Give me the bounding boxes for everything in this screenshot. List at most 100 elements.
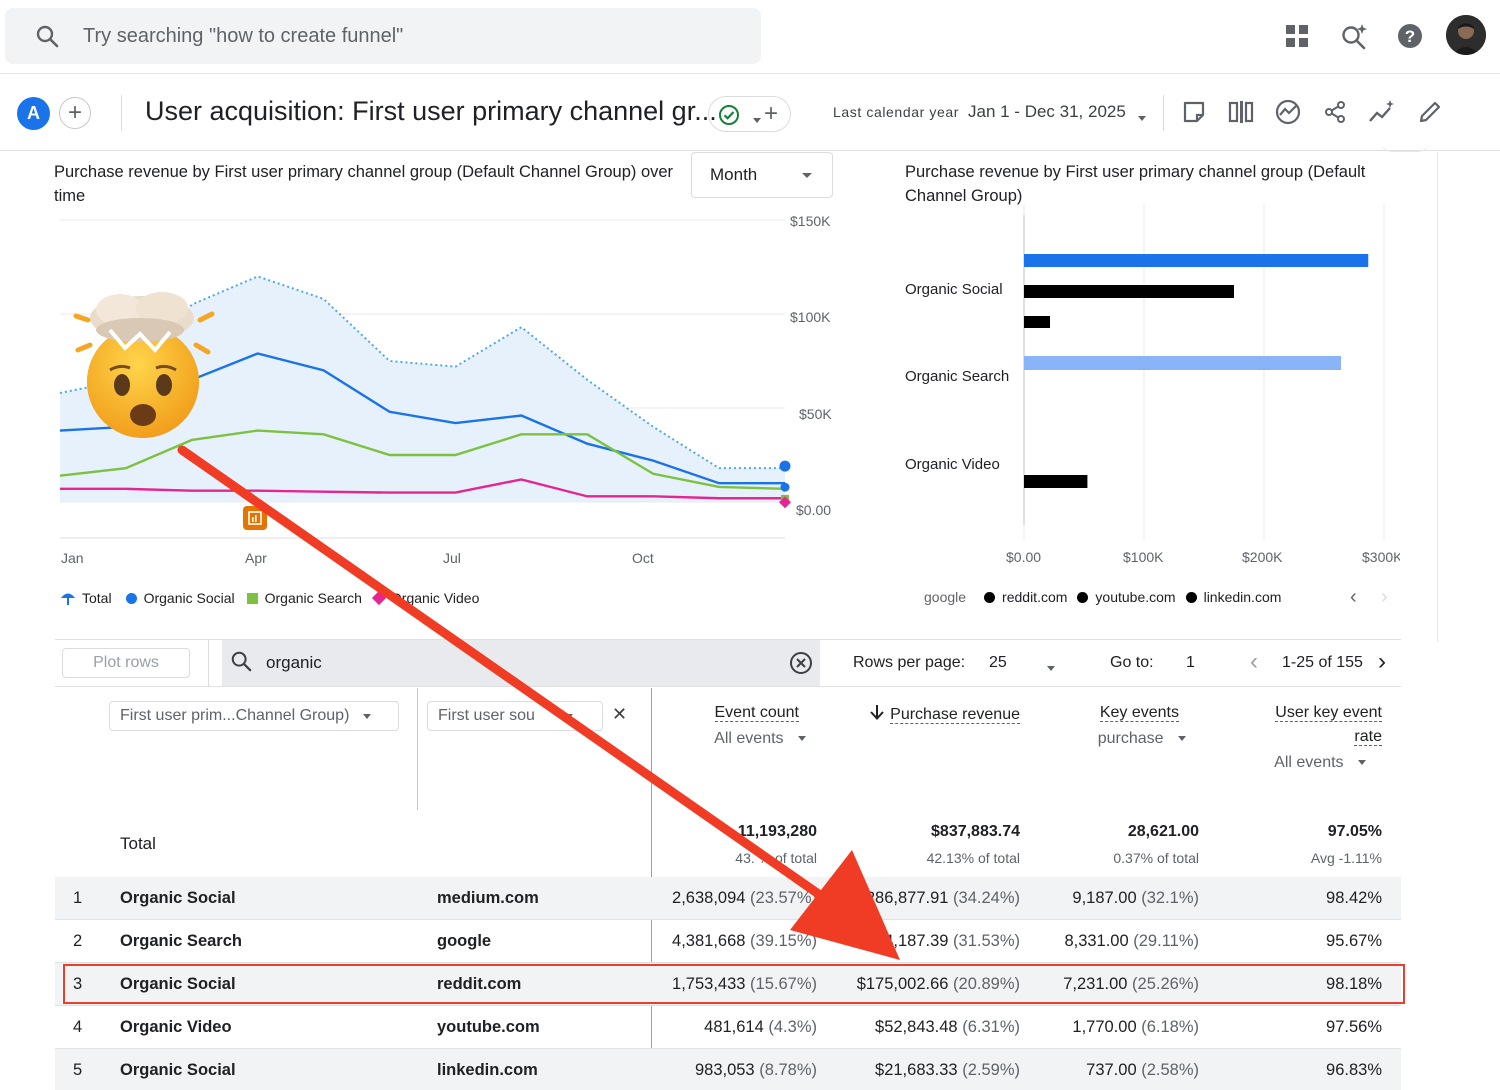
metric-filter-rate[interactable]: All events xyxy=(1220,754,1366,772)
trend-sparkle-icon[interactable] xyxy=(1366,96,1398,128)
cell-source: youtube.com xyxy=(437,1018,540,1036)
cell-share: (31.53%) xyxy=(953,932,1020,950)
cell-value: 983,053 xyxy=(694,1061,755,1079)
cell-value: $21,683.33 xyxy=(875,1061,958,1079)
bar-organic-social xyxy=(1024,316,1051,328)
apps-grid-icon[interactable] xyxy=(1281,20,1313,52)
row-index: 4 xyxy=(73,1018,83,1036)
legend-label[interactable]: google xyxy=(924,589,966,605)
row-index: 1 xyxy=(73,889,83,907)
cell-key-events: 9,187.00 (32.1%) xyxy=(1072,889,1199,908)
legend-dot xyxy=(1077,591,1089,603)
bar-organic-social xyxy=(1024,254,1369,267)
edit-pencil-icon[interactable] xyxy=(1414,96,1446,128)
cell-share: (6.18%) xyxy=(1141,1018,1199,1036)
cell-share: (6.31%) xyxy=(962,1018,1020,1036)
cell-event-count: 983,053 (8.78%) xyxy=(695,1061,817,1080)
row-index: 5 xyxy=(73,1061,83,1079)
prev-page-icon[interactable]: ‹ xyxy=(1250,648,1258,676)
chevron-down-icon[interactable] xyxy=(1047,660,1055,678)
interval-select[interactable]: Month xyxy=(691,152,833,198)
divider xyxy=(121,95,122,131)
chevron-down-icon xyxy=(802,173,812,178)
total-rate-avg: Avg -1.11% xyxy=(1310,850,1382,866)
divider xyxy=(1163,95,1164,131)
bar-organic-video xyxy=(1024,475,1088,488)
cell-share: (34.24%) xyxy=(953,889,1020,907)
cell-share: (2.59%) xyxy=(962,1061,1020,1079)
share-icon[interactable] xyxy=(1319,96,1351,128)
global-search[interactable]: Try searching "how to create funnel" xyxy=(5,8,761,64)
compare-icon[interactable] xyxy=(1225,96,1257,128)
bar-organic-search xyxy=(1024,356,1342,370)
metric-header-key-events[interactable]: Key events xyxy=(1040,704,1179,722)
bar-chart-legend: google reddit.com youtube.com linkedin.c… xyxy=(924,589,1281,605)
bar-category-label: Organic Search xyxy=(905,368,1010,385)
legend-label: youtube.com xyxy=(1095,589,1176,605)
chevron-down-icon[interactable] xyxy=(1138,110,1146,128)
plus-icon: + xyxy=(67,99,82,126)
area-icon xyxy=(61,593,75,605)
metric-filter-key-events[interactable]: purchase xyxy=(1040,730,1186,748)
search-placeholder: Try searching "how to create funnel" xyxy=(83,24,404,47)
goto-label: Go to: xyxy=(1110,654,1154,671)
check-circle-icon xyxy=(718,104,740,131)
pagination-text: 1-25 of 155 xyxy=(1282,654,1363,671)
x-tick-label: $200K xyxy=(1242,549,1283,565)
x-tick-label: $0.00 xyxy=(1006,549,1042,565)
interval-value: Month xyxy=(710,165,758,184)
cell-value: $52,843.48 xyxy=(875,1018,958,1036)
goto-input[interactable]: 1 xyxy=(1186,654,1195,672)
legend-item-reddit[interactable]: reddit.com xyxy=(984,589,1067,605)
legend-item-total[interactable]: Total xyxy=(60,590,112,606)
legend-next-icon[interactable]: › xyxy=(1381,586,1388,609)
cell-purchase-revenue: $21,683.33 (2.59%) xyxy=(875,1061,1020,1080)
legend-dot xyxy=(984,591,996,603)
svg-text:?: ? xyxy=(1405,27,1415,46)
cell-key-event-rate: 97.56% xyxy=(1326,1018,1382,1037)
cell-value: 96.83% xyxy=(1326,1061,1382,1079)
legend-item-youtube[interactable]: youtube.com xyxy=(1077,589,1176,605)
table-row[interactable]: 4 Organic Video youtube.com 481,614 (4.3%) $… xyxy=(55,1006,1401,1049)
legend-item-linkedin[interactable]: linkedin.com xyxy=(1185,589,1281,605)
property-badge[interactable]: A xyxy=(17,97,50,130)
user-avatar[interactable] xyxy=(1446,15,1486,55)
help-icon[interactable]: ? xyxy=(1394,20,1426,52)
legend-label: Total xyxy=(82,590,112,606)
chevron-down-icon xyxy=(753,112,761,130)
report-status-pill[interactable]: + xyxy=(708,96,791,132)
metric-header-user-key-event-rate[interactable]: User key event xyxy=(1220,704,1382,722)
cell-value: 737.00 xyxy=(1086,1061,1137,1079)
cell-value: 97.56% xyxy=(1326,1018,1382,1036)
total-key-events: 28,621.00 xyxy=(1127,823,1199,840)
legend-dot xyxy=(1185,591,1197,603)
row-index: 2 xyxy=(73,932,83,950)
legend-dot xyxy=(125,592,137,604)
date-range-picker[interactable]: Jan 1 - Dec 31, 2025 xyxy=(968,102,1126,122)
metric-header-rate-line2[interactable]: rate xyxy=(1220,728,1382,746)
add-comparison-button[interactable]: + xyxy=(59,97,91,129)
table-row[interactable]: 5 Organic Social linkedin.com 983,053 (8.78… xyxy=(55,1049,1401,1090)
y-tick-label: $100K xyxy=(790,309,831,325)
cell-source: linkedin.com xyxy=(437,1061,538,1079)
total-rate: 97.05% xyxy=(1327,823,1382,840)
total-label: Total xyxy=(120,834,156,853)
cell-key-events: 737.00 (2.58%) xyxy=(1086,1061,1199,1080)
insights-icon[interactable] xyxy=(1272,96,1304,128)
legend-prev-icon[interactable]: ‹ xyxy=(1350,586,1357,609)
cell-event-count: 481,614 (4.3%) xyxy=(704,1018,817,1037)
y-tick-label: $50K xyxy=(799,406,832,422)
cell-key-events: 1,770.00 (6.18%) xyxy=(1072,1018,1199,1037)
cell-value: 98.42% xyxy=(1326,889,1382,907)
save-report-icon[interactable] xyxy=(1178,96,1210,128)
next-page-icon[interactable]: › xyxy=(1378,648,1386,676)
exploding-head-emoji xyxy=(73,292,215,438)
red-arrow-annotation xyxy=(177,445,900,960)
search-insights-icon[interactable] xyxy=(1338,20,1370,52)
cell-value: 1,770.00 xyxy=(1072,1018,1137,1036)
total-key-events-share: 0.37% of total xyxy=(1113,850,1199,866)
x-tick-label: Jan xyxy=(61,550,84,566)
rows-per-page-select[interactable]: 25 xyxy=(989,654,1007,672)
cell-share: (4.3%) xyxy=(768,1018,817,1036)
cell-key-event-rate: 96.83% xyxy=(1326,1061,1382,1080)
